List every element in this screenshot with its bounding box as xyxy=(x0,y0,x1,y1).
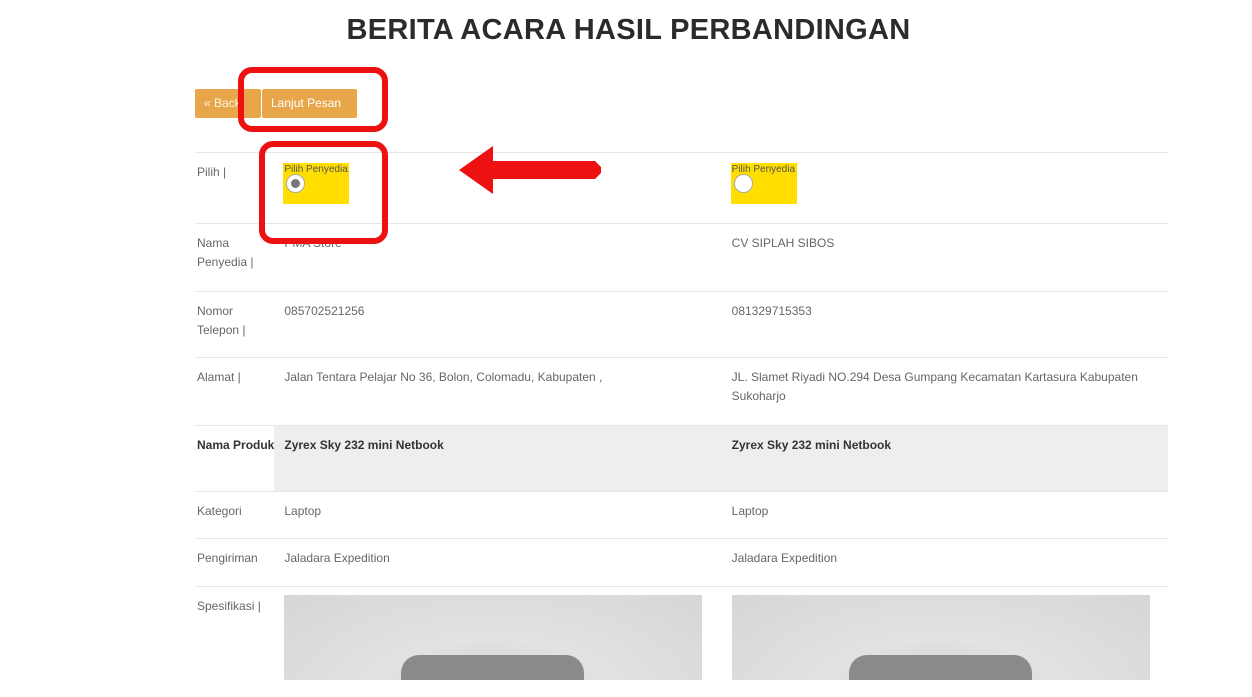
product-image xyxy=(284,595,702,680)
product-category: Laptop xyxy=(274,492,721,521)
table-row: Kategori Laptop Laptop xyxy=(195,492,1168,539)
row-label: Nama Penyedia | xyxy=(195,224,274,292)
vendor-address: JL. Slamet Riyadi NO.294 Desa Gumpang Ke… xyxy=(722,358,1168,406)
row-label: Nama Produk xyxy=(195,426,274,492)
row-label: Pengiriman xyxy=(195,539,274,587)
row-label: Pilih | xyxy=(195,153,274,224)
table-row: Nama Penyedia | PMA Store CV SIPLAH SIBO… xyxy=(195,224,1168,292)
annotation-arrow-icon xyxy=(459,146,601,194)
pilih-penyedia-option[interactable]: Pilih Penyedia xyxy=(283,163,349,204)
shipping-method: Jaladara Expedition xyxy=(274,539,721,568)
page-title: BERITA ACARA HASIL PERBANDINGAN xyxy=(0,14,1252,47)
vendor-phone: 085702521256 xyxy=(274,292,721,321)
vendor-phone: 081329715353 xyxy=(722,292,1168,321)
table-row: Pengiriman Jaladara Expedition Jaladara … xyxy=(195,539,1168,587)
row-label: Alamat | xyxy=(195,358,274,426)
laptop-image-shape xyxy=(849,655,1032,680)
product-image xyxy=(732,595,1150,680)
vendor-name: CV SIPLAH SIBOS xyxy=(722,224,1168,253)
row-label: Kategori xyxy=(195,492,274,539)
row-label: Nomor Telepon | xyxy=(195,292,274,358)
shipping-method: Jaladara Expedition xyxy=(722,539,1168,568)
comparison-table: Pilih | Pilih Penyedia Pilih Penyedia Na… xyxy=(195,152,1168,697)
pilih-penyedia-option[interactable]: Pilih Penyedia xyxy=(731,163,797,204)
table-row: Pilih | Pilih Penyedia Pilih Penyedia xyxy=(195,153,1168,224)
laptop-image-shape xyxy=(401,655,584,680)
product-name: Zyrex Sky 232 mini Netbook xyxy=(274,426,721,455)
table-row: Alamat | Jalan Tentara Pelajar No 36, Bo… xyxy=(195,358,1168,426)
product-name: Zyrex Sky 232 mini Netbook xyxy=(722,426,1168,455)
vendor-radio[interactable] xyxy=(734,174,753,193)
table-row: Nama Produk Zyrex Sky 232 mini Netbook Z… xyxy=(195,426,1168,492)
vendor-radio-selected[interactable] xyxy=(286,174,305,193)
vendor-name: PMA Store xyxy=(274,224,721,253)
table-row: Spesifikasi | xyxy=(195,587,1168,697)
product-category: Laptop xyxy=(722,492,1168,521)
lanjut-pesan-button[interactable]: Lanjut Pesan xyxy=(262,89,357,118)
row-label: Spesifikasi | xyxy=(195,587,274,697)
back-button[interactable]: « Back xyxy=(195,89,261,118)
vendor-address: Jalan Tentara Pelajar No 36, Bolon, Colo… xyxy=(274,358,721,387)
table-row: Nomor Telepon | 085702521256 08132971535… xyxy=(195,292,1168,358)
